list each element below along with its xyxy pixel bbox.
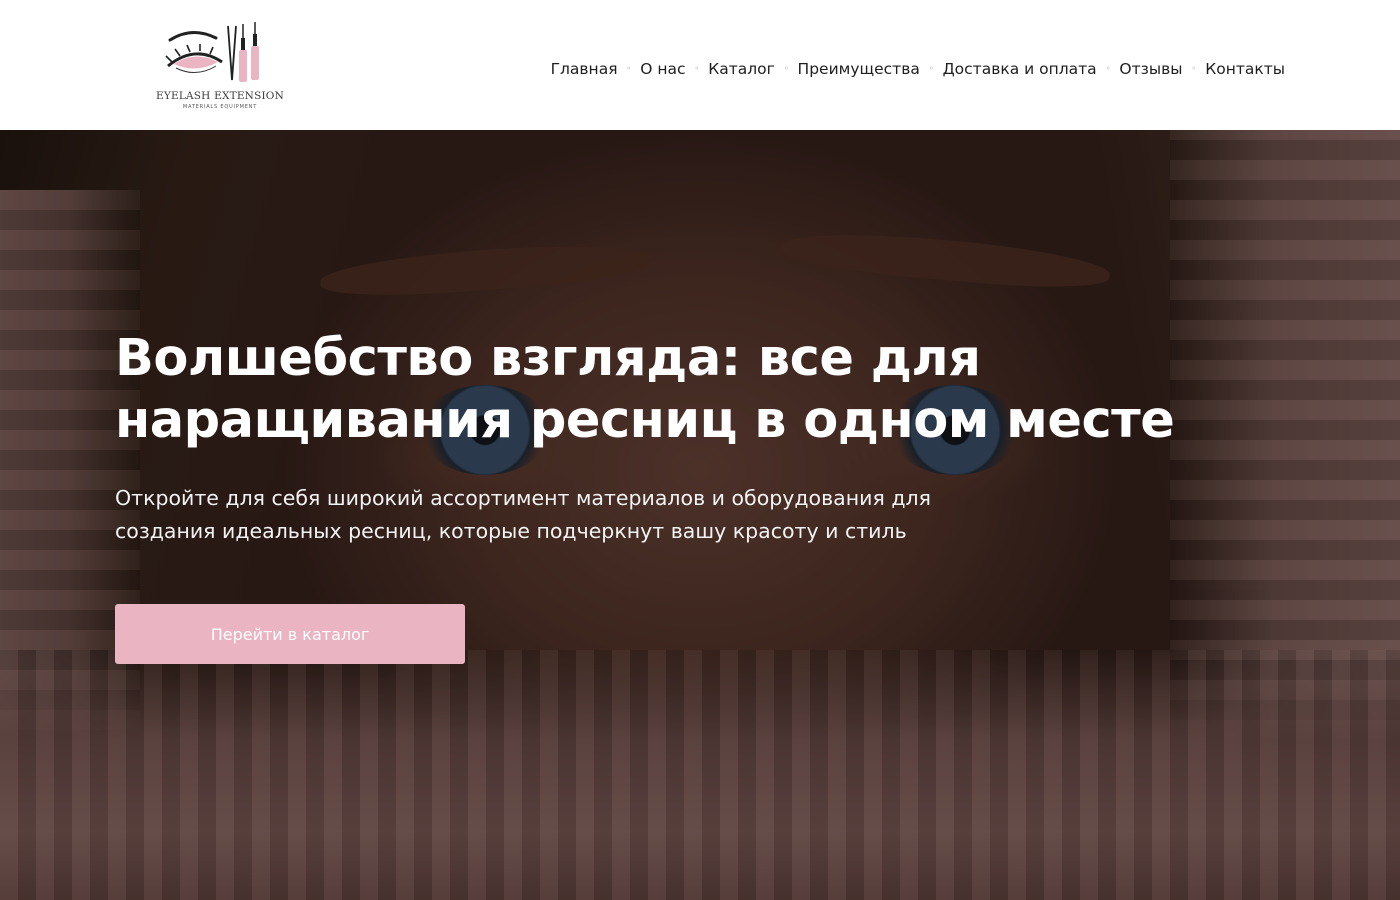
nav-separator: ◦ bbox=[1191, 64, 1197, 73]
hero-title: Волшебство взгляда: все для наращивания … bbox=[115, 329, 1175, 450]
nav-separator: ◦ bbox=[783, 64, 789, 73]
nav-item-catalog[interactable]: Каталог bbox=[708, 60, 775, 78]
logo-title: EYELASH EXTENSION bbox=[155, 90, 285, 102]
nav-separator: ◦ bbox=[1105, 64, 1111, 73]
hero-subtitle: Откройте для себя широкий ассортимент ма… bbox=[115, 486, 931, 543]
logo[interactable]: EYELASH EXTENSION MATERIALS EQUIPMENT bbox=[140, 18, 300, 114]
nav-separator: ◦ bbox=[626, 64, 632, 73]
site-header: EYELASH EXTENSION MATERIALS EQUIPMENT Гл… bbox=[0, 0, 1400, 130]
logo-subtitle: MATERIALS EQUIPMENT bbox=[182, 104, 258, 110]
go-to-catalog-button[interactable]: Перейти в каталог bbox=[115, 604, 465, 664]
nav-item-home[interactable]: Главная bbox=[551, 60, 618, 78]
eyelash-logo-icon bbox=[165, 22, 259, 82]
nav-separator: ◦ bbox=[928, 64, 934, 73]
nav-item-about[interactable]: О нас bbox=[640, 60, 685, 78]
nav-item-reviews[interactable]: Отзывы bbox=[1119, 60, 1182, 78]
nav-item-delivery[interactable]: Доставка и оплата bbox=[943, 60, 1097, 78]
nav-separator: ◦ bbox=[694, 64, 700, 73]
main-nav: Главная ◦ О нас ◦ Каталог ◦ Преимущества… bbox=[551, 58, 1285, 80]
hero-section: Волшебство взгляда: все для наращивания … bbox=[0, 130, 1400, 900]
nav-item-contacts[interactable]: Контакты bbox=[1205, 60, 1285, 78]
nav-item-advantages[interactable]: Преимущества bbox=[798, 60, 920, 78]
